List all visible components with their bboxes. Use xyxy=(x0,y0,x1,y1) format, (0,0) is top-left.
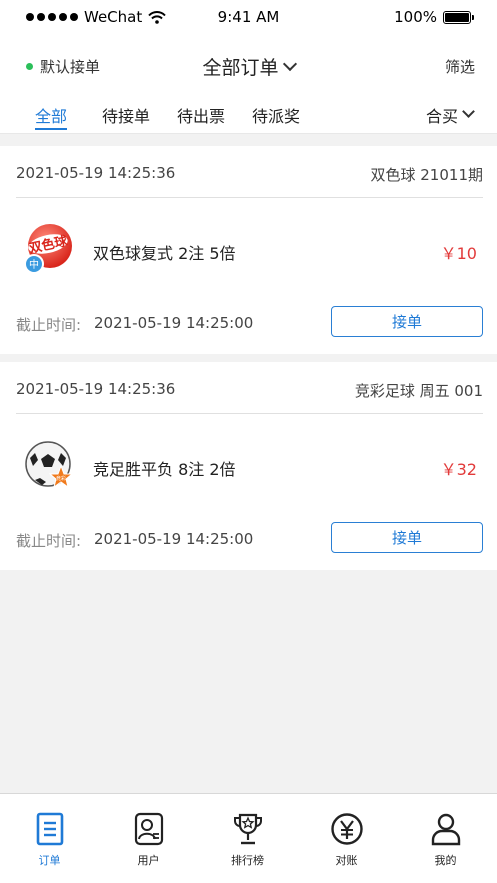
accept-order-button[interactable]: 接单 xyxy=(331,306,483,337)
combo-buy-dropdown[interactable]: 合买 xyxy=(425,103,475,127)
deadline-value: 2021-05-19 14:25:00 xyxy=(94,314,254,332)
tab-pending-ticket[interactable]: 待出票 xyxy=(177,103,225,127)
order-time: 2021-05-19 14:25:36 xyxy=(16,164,176,182)
tabbar-item-ranking[interactable]: 排行榜 xyxy=(198,794,297,883)
order-card-footer: 截止时间: 2021-05-19 14:25:00 接单 xyxy=(16,522,483,558)
tab-pending-accept[interactable]: 待接单 xyxy=(102,103,150,127)
order-card: 2021-05-19 14:25:36 竞彩足球 周五 001 竞彩 竞足胜平负… xyxy=(0,362,497,570)
battery-icon xyxy=(443,10,474,24)
deadline-label: 截止时间: xyxy=(16,316,82,334)
yuan-icon xyxy=(331,813,363,845)
status-bar: WeChat 9:41 AM 100% xyxy=(0,0,497,36)
status-tabs: 全部 待接单 待出票 待派奖 合买 xyxy=(0,94,497,134)
tabbar-item-orders[interactable]: 订单 xyxy=(0,794,99,883)
accept-order-button[interactable]: 接单 xyxy=(331,522,483,553)
tabbar-label: 订单 xyxy=(38,854,61,867)
bottom-tab-bar: 订单 用户 排行榜 对账 我的 xyxy=(0,793,497,883)
profile-icon xyxy=(431,813,461,846)
battery-percent: 100% xyxy=(394,8,437,26)
order-amount: ￥32 xyxy=(440,460,477,479)
order-card-header: 2021-05-19 14:25:36 竞彩足球 周五 001 xyxy=(16,362,483,414)
order-card-body: 竞彩 竞足胜平负 8注 2倍 ￥32 xyxy=(0,414,497,520)
tabbar-label: 排行榜 xyxy=(231,854,264,867)
chevron-down-icon xyxy=(282,56,297,72)
order-icon xyxy=(36,812,64,846)
tabbar-label: 对账 xyxy=(335,854,358,867)
order-time: 2021-05-19 14:25:36 xyxy=(16,380,176,398)
page-title: 全部订单 xyxy=(202,57,279,79)
trophy-icon xyxy=(234,813,262,845)
lottery-issue: 双色球 21011期 xyxy=(370,166,484,184)
lottery-issue: 竞彩足球 周五 001 xyxy=(354,382,483,400)
combo-buy-label: 合买 xyxy=(425,107,458,126)
tab-pending-payout[interactable]: 待派奖 xyxy=(252,103,300,127)
chevron-down-icon xyxy=(462,104,475,118)
order-amount: ￥10 xyxy=(440,244,477,263)
svg-text:中: 中 xyxy=(29,258,39,271)
order-card-body: 双色球 中 双色球复式 2注 5倍 ￥10 xyxy=(0,198,497,304)
order-type-dropdown[interactable]: 全部订单 xyxy=(0,53,497,80)
tabbar-label: 用户 xyxy=(137,854,160,867)
tabbar-item-users[interactable]: 用户 xyxy=(99,794,198,883)
tabbar-item-mine[interactable]: 我的 xyxy=(396,794,495,883)
order-card-footer: 截止时间: 2021-05-19 14:25:00 接单 xyxy=(16,306,483,342)
nav-bar: 默认接单 全部订单 筛选 xyxy=(0,36,497,94)
tab-all[interactable]: 全部 xyxy=(35,103,67,127)
deadline-label: 截止时间: xyxy=(16,532,82,550)
active-tab-indicator xyxy=(35,128,67,130)
tabbar-item-reconcile[interactable]: 对账 xyxy=(297,794,396,883)
football-lottery-logo: 竞彩 xyxy=(25,441,74,489)
bet-description: 竞足胜平负 8注 2倍 xyxy=(93,460,236,479)
svg-text:竞彩: 竞彩 xyxy=(56,475,66,482)
filter-button[interactable]: 筛选 xyxy=(445,56,475,77)
deadline-value: 2021-05-19 14:25:00 xyxy=(94,530,254,548)
order-card: 2021-05-19 14:25:36 双色球 21011期 双色球 中 双色球… xyxy=(0,146,497,354)
tabbar-label: 我的 xyxy=(434,854,457,867)
double-color-ball-logo: 双色球 中 xyxy=(24,224,72,274)
user-card-icon xyxy=(134,812,164,846)
status-bar-right: 100% xyxy=(394,8,474,26)
order-card-header: 2021-05-19 14:25:36 双色球 21011期 xyxy=(16,146,483,198)
bet-description: 双色球复式 2注 5倍 xyxy=(93,244,236,263)
